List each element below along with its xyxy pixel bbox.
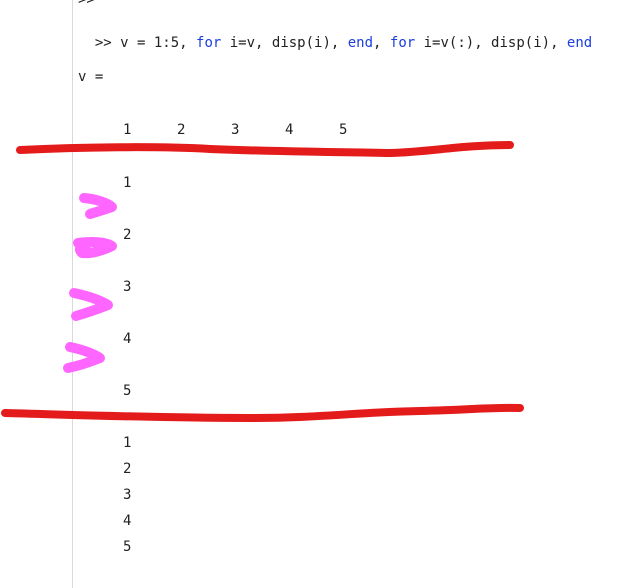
second-loop-output-line: 4 (123, 513, 132, 529)
v-row-output: 1 2 3 4 5 (0, 122, 644, 138)
first-loop-output-line: 1 (123, 175, 132, 191)
v-value: 5 (339, 122, 348, 138)
command-window-gutter (72, 0, 73, 588)
keyword-for-1: for (196, 35, 222, 51)
first-loop-output-line: 2 (123, 227, 132, 243)
first-loop-output-line: 5 (123, 383, 132, 399)
keyword-end-2: end (566, 35, 593, 51)
partial-prompt: >> (78, 0, 95, 8)
v-value: 1 (123, 122, 132, 138)
red-underline-1 (16, 141, 514, 158)
first-loop-output-line: 3 (123, 279, 132, 295)
v-value: 4 (285, 122, 294, 138)
command-text-part4: i=v(:), disp(i), (415, 35, 567, 51)
keyword-for-2: for (389, 35, 416, 51)
annotation-layer (1, 141, 524, 423)
second-loop-output-line: 5 (123, 539, 132, 555)
first-loop-output-line: 4 (123, 331, 132, 347)
prompt-symbol: >> (94, 35, 112, 51)
second-loop-output-line: 1 (123, 435, 132, 451)
pink-arrow-mark-1 (79, 193, 117, 219)
pink-arrow-mark-3 (69, 288, 113, 321)
keyword-end-1: end (347, 35, 374, 51)
v-value: 3 (231, 122, 240, 138)
red-underline-2 (1, 403, 524, 423)
v-value: 2 (177, 122, 186, 138)
variable-label: v = (78, 69, 104, 85)
command-text-part2: i=v, disp(i), (221, 35, 348, 51)
command-text-part1: v = 1:5, (111, 35, 197, 51)
second-loop-output-line: 3 (123, 487, 132, 503)
command-line[interactable]: >> v = 1:5, for i=v, disp(i), end, for i… (78, 19, 592, 51)
command-text-part3: , (373, 35, 390, 51)
pink-arrow-mark-2 (73, 237, 117, 259)
second-loop-output-line: 2 (123, 461, 132, 477)
